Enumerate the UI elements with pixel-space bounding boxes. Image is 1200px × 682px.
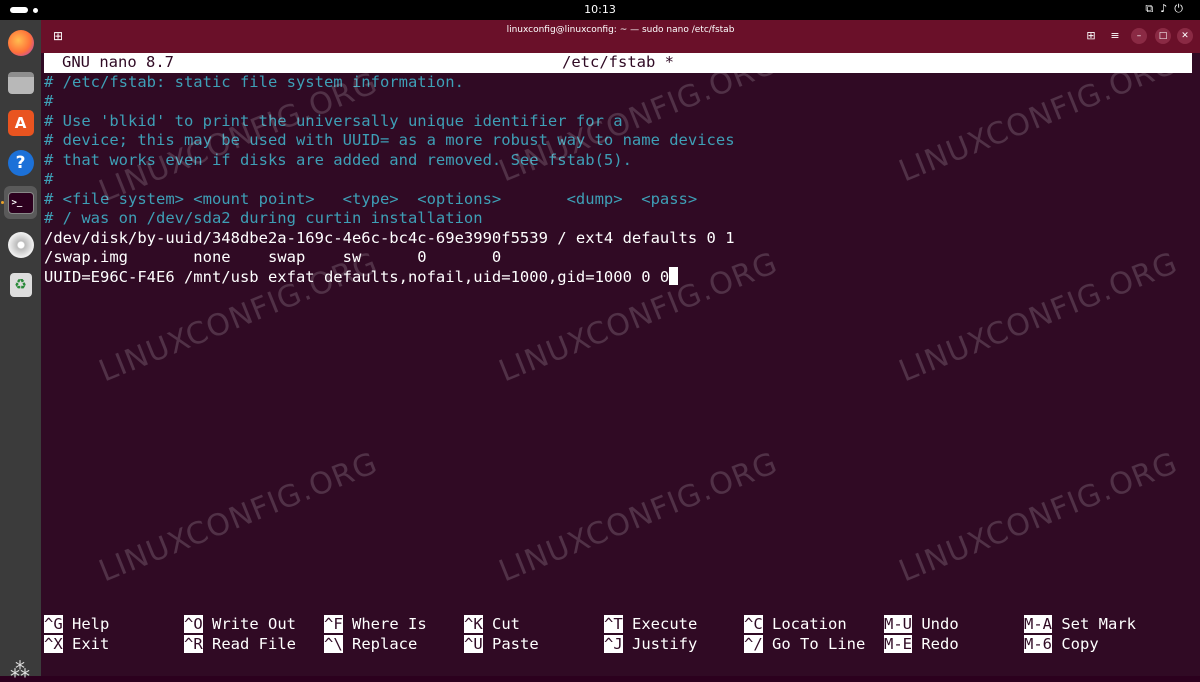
- app-center-icon: A: [7, 109, 34, 136]
- tabs-overview-icon[interactable]: ⊞: [1083, 28, 1099, 44]
- show-apps-icon[interactable]: ⁂: [8, 658, 32, 682]
- shortcut-undo[interactable]: M-U Undo: [884, 615, 959, 635]
- dock-files[interactable]: [4, 66, 37, 99]
- dock-terminal[interactable]: >_: [4, 186, 37, 219]
- nano-filename: /etc/fstab *: [562, 53, 674, 71]
- file-line: # /etc/fstab: static file system informa…: [44, 72, 464, 91]
- firefox-icon: [7, 29, 34, 56]
- power-icon[interactable]: ⏻: [1174, 2, 1190, 15]
- clock[interactable]: 10:13: [0, 3, 1200, 16]
- trash-icon: ♻: [9, 272, 32, 297]
- shortcut-cut[interactable]: ^K Cut: [464, 615, 520, 635]
- shortcut-replace[interactable]: ^\ Replace: [324, 634, 417, 655]
- shortcut-execute[interactable]: ^T Execute: [604, 615, 697, 635]
- dock-app-center[interactable]: A: [4, 106, 37, 139]
- file-line: /dev/disk/by-uuid/348dbe2a-169c-4e6c-bc4…: [44, 228, 735, 247]
- files-icon: [7, 71, 34, 94]
- file-line: /swap.img none swap sw 0 0: [44, 248, 502, 266]
- shortcut-help[interactable]: ^G Help: [44, 615, 109, 635]
- file-line: #: [44, 170, 54, 188]
- close-icon[interactable]: ✕: [1177, 28, 1193, 44]
- shortcut-exit[interactable]: ^X Exit: [44, 634, 109, 655]
- shortcut-redo[interactable]: M-E Redo: [884, 634, 959, 655]
- top-bar: 10:13 ⧉♪⏻: [0, 0, 1200, 20]
- shortcut-write-out[interactable]: ^O Write Out: [184, 615, 296, 635]
- dock-firefox[interactable]: [4, 26, 37, 59]
- minimize-icon[interactable]: –: [1131, 28, 1147, 44]
- system-tray[interactable]: ⧉♪⏻: [1145, 2, 1190, 16]
- file-line: #: [44, 92, 54, 110]
- menu-icon[interactable]: ≡: [1107, 28, 1123, 44]
- shortcut-copy[interactable]: M-6 Copy: [1024, 634, 1099, 655]
- network-icon[interactable]: ⧉: [1145, 2, 1160, 15]
- dock-help[interactable]: ?: [4, 146, 37, 179]
- nano-header: /etc/fstab * GNU nano 8.7: [44, 53, 1192, 73]
- maximize-icon[interactable]: □: [1155, 28, 1171, 44]
- disc-icon: [7, 231, 34, 258]
- shortcut-location[interactable]: ^C Location: [744, 615, 847, 635]
- shortcut-set-mark[interactable]: M-A Set Mark: [1024, 615, 1136, 635]
- shortcut-read-file[interactable]: ^R Read File: [184, 634, 296, 655]
- file-line: # / was on /dev/sda2 during curtin insta…: [44, 209, 483, 227]
- dock: A ? >_ ♻ ⁂: [0, 20, 41, 682]
- shortcut-justify[interactable]: ^J Justify: [604, 634, 697, 655]
- running-indicator: [1, 201, 4, 204]
- shortcut-paste[interactable]: ^U Paste: [464, 634, 539, 655]
- volume-icon[interactable]: ♪: [1160, 2, 1174, 15]
- terminal-icon: >_: [7, 191, 34, 214]
- window-title: linuxconfig@linuxconfig: ~ — sudo nano /…: [506, 25, 735, 35]
- dock-disc[interactable]: [4, 228, 37, 261]
- help-icon: ?: [7, 149, 34, 176]
- dock-trash[interactable]: ♻: [4, 268, 37, 301]
- shortcut-where-is[interactable]: ^F Where Is: [324, 615, 427, 635]
- shortcut-go-to-line[interactable]: ^/ Go To Line: [744, 634, 865, 655]
- window-titlebar[interactable]: ⊞ linuxconfig@linuxconfig: ~ — sudo nano…: [41, 20, 1200, 53]
- nano-version: GNU nano 8.7: [62, 53, 174, 71]
